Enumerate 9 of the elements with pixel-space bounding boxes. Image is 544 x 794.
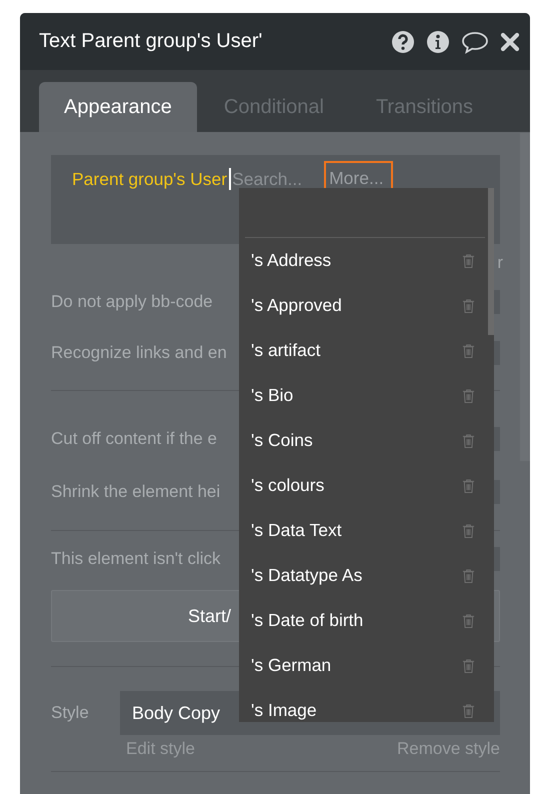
- option-label: Shrink the element hei: [51, 482, 220, 502]
- option-label: Recognize links and en: [51, 342, 227, 362]
- expression-text: Parent group's User: [72, 168, 228, 191]
- option-label: This element isn't click: [51, 548, 221, 568]
- window-title: Text Parent group's User': [39, 30, 262, 53]
- style-label: Style: [51, 703, 90, 723]
- option-label: r: [497, 252, 503, 274]
- option-label: Cut off content if the e: [51, 428, 218, 448]
- option-label: Do not apply bb-code: [51, 292, 213, 312]
